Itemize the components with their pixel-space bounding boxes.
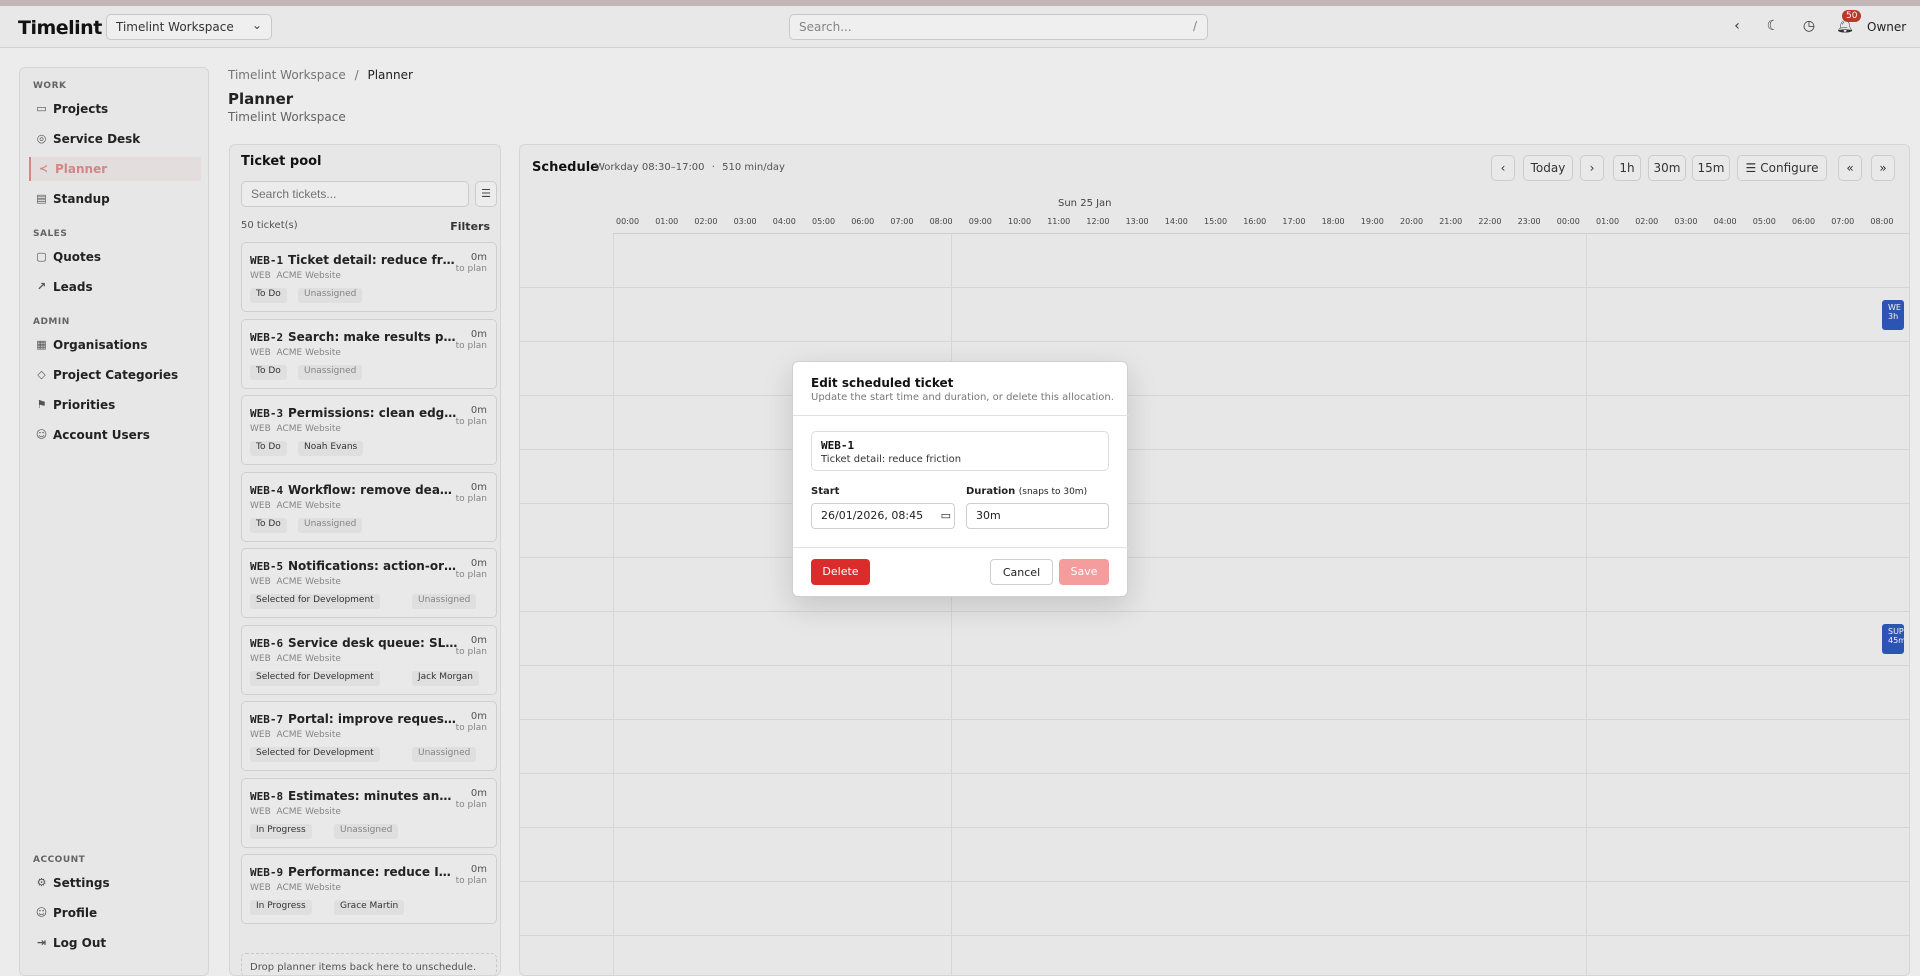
- duration-value: 30m: [976, 509, 1001, 522]
- dialog-title: Edit scheduled ticket: [811, 376, 954, 390]
- ticket-key: WEB-1: [821, 439, 855, 452]
- start-datetime-value: 26/01/2026, 08:45: [821, 509, 924, 522]
- calendar-icon[interactable]: ▭: [941, 509, 951, 522]
- divider: [793, 415, 1129, 416]
- duration-label-text: Duration: [966, 486, 1016, 497]
- ticket-title: Ticket detail: reduce friction: [821, 454, 962, 465]
- start-datetime-input[interactable]: 26/01/2026, 08:45 ▭: [811, 503, 955, 529]
- start-label: Start: [811, 486, 840, 497]
- duration-hint: (snaps to 30m): [1018, 487, 1088, 497]
- save-button[interactable]: Save: [1059, 559, 1109, 585]
- duration-input[interactable]: 30m: [966, 503, 1109, 529]
- duration-label: Duration (snaps to 30m): [966, 486, 1087, 497]
- dialog-subtitle: Update the start time and duration, or d…: [811, 392, 1114, 403]
- cancel-button[interactable]: Cancel: [990, 559, 1053, 585]
- edit-scheduled-ticket-dialog: Edit scheduled ticket Update the start t…: [792, 361, 1129, 597]
- ticket-summary-card: WEB-1 Ticket detail: reduce friction: [811, 431, 1109, 471]
- delete-button[interactable]: Delete: [811, 559, 870, 585]
- divider: [793, 547, 1129, 548]
